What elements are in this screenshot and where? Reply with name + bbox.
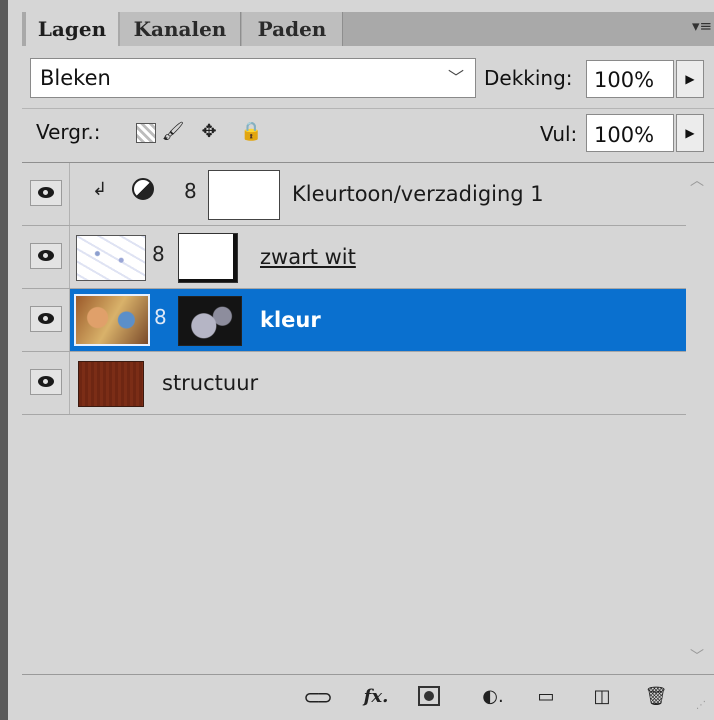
layer-thumbnail[interactable] xyxy=(76,235,146,281)
fx-icon[interactable]: fx. xyxy=(356,682,396,712)
visibility-toggle[interactable] xyxy=(22,289,70,351)
tab-paden[interactable]: Paden xyxy=(242,12,343,46)
lock-label: Vergr.: xyxy=(36,120,101,144)
layer-row-zwart-wit[interactable]: 8 zwart wit xyxy=(22,226,686,289)
visibility-toggle[interactable] xyxy=(22,163,70,225)
visibility-toggle[interactable] xyxy=(22,226,70,288)
resize-grip-icon[interactable]: ⋰ xyxy=(696,700,706,711)
adjustment-icon[interactable] xyxy=(132,178,154,200)
chain-link-icon[interactable]: 8 xyxy=(154,305,167,329)
tab-lagen[interactable]: Lagen xyxy=(26,12,118,48)
new-layer-icon[interactable]: ◫ xyxy=(590,682,614,712)
panel-left-edge xyxy=(0,0,8,720)
layer-thumbnail[interactable] xyxy=(74,294,150,346)
scroll-down-icon[interactable]: ﹀ xyxy=(690,646,704,666)
scrollbar[interactable] xyxy=(686,163,714,673)
tab-kanalen[interactable]: Kanalen xyxy=(120,12,241,46)
layer-name[interactable]: Kleurtoon/verzadiging 1 xyxy=(292,163,544,225)
chevron-down-icon[interactable]: ﹀ xyxy=(448,58,464,98)
layer-thumbnail[interactable] xyxy=(78,361,144,407)
layer-row-kleur[interactable]: 8 kleur xyxy=(22,289,686,352)
eye-icon[interactable] xyxy=(30,180,62,206)
chain-link-icon[interactable]: 8 xyxy=(184,179,197,203)
blend-mode-value: Bleken xyxy=(40,66,111,90)
trash-icon[interactable]: 🗑 xyxy=(644,682,668,712)
chain-link-icon[interactable]: 8 xyxy=(152,242,165,266)
eye-icon[interactable] xyxy=(30,369,62,395)
eye-icon[interactable] xyxy=(30,306,62,332)
link-icon[interactable]: ⊂⊃ xyxy=(296,682,336,712)
layer-mask-thumbnail[interactable] xyxy=(178,233,238,283)
opacity-slider-button[interactable]: ▶ xyxy=(676,60,704,98)
lock-all-icon[interactable]: 🔒 xyxy=(240,120,262,144)
visibility-toggle[interactable] xyxy=(22,352,70,414)
layer-mask-icon[interactable] xyxy=(418,686,440,706)
adjustment-layer-icon[interactable]: ◐. xyxy=(478,682,508,712)
layer-row-structuur[interactable]: structuur xyxy=(22,352,686,415)
opacity-label: Dekking: xyxy=(484,66,573,90)
layer-row-adjustment[interactable]: ↲ 8 Kleurtoon/verzadiging 1 xyxy=(22,163,686,226)
layers-list: ↲ 8 Kleurtoon/verzadiging 1 8 zwart wit … xyxy=(22,163,686,673)
fill-value: 100% xyxy=(594,123,655,147)
clipping-arrow-icon: ↲ xyxy=(92,179,108,200)
layer-mask-thumbnail[interactable] xyxy=(208,170,280,220)
scroll-up-icon[interactable]: ︿ xyxy=(690,170,704,190)
opacity-value: 100% xyxy=(594,68,655,92)
lock-position-icon[interactable]: ✥ xyxy=(196,120,222,144)
panel-menu-icon[interactable]: ▾≡ xyxy=(692,16,712,36)
lock-transparent-pixels-icon[interactable] xyxy=(134,120,156,144)
divider xyxy=(22,108,714,109)
layer-name[interactable]: zwart wit xyxy=(260,226,356,288)
eye-icon[interactable] xyxy=(30,243,62,269)
fill-label: Vul: xyxy=(540,122,578,146)
folder-icon[interactable]: ▭ xyxy=(534,682,558,712)
layer-name[interactable]: structuur xyxy=(162,352,258,414)
layer-name[interactable]: kleur xyxy=(260,289,321,351)
layer-mask-thumbnail[interactable] xyxy=(178,296,242,346)
lock-image-pixels-icon[interactable]: 🖌 xyxy=(160,120,186,144)
fill-slider-button[interactable]: ▶ xyxy=(676,114,704,152)
